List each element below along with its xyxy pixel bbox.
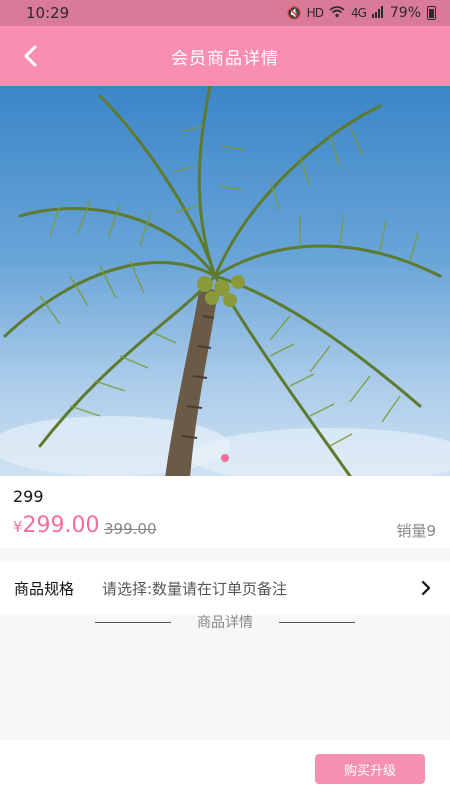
- status-bar: 10:29 🔇 HD 4G 79%: [0, 0, 450, 26]
- chevron-right-icon: [416, 578, 436, 598]
- signal-icon: [371, 5, 384, 21]
- product-info: 299 ¥ 299.00 399.00 销量9: [0, 476, 450, 548]
- spec-label: 商品规格: [14, 579, 75, 598]
- wifi-icon: [329, 5, 345, 21]
- mute-icon: 🔇: [286, 6, 302, 20]
- divider-line-right: [279, 621, 355, 623]
- product-name: 299: [13, 487, 44, 506]
- chevron-left-icon: [24, 45, 37, 67]
- back-button[interactable]: [14, 39, 48, 73]
- buy-upgrade-button[interactable]: 购买升级: [315, 754, 425, 784]
- detail-title: 商品详情: [197, 615, 253, 631]
- carousel-indicator[interactable]: [221, 454, 229, 462]
- current-price: ¥ 299.00: [13, 513, 100, 538]
- spec-value: 请选择:数量请在订单页备注: [102, 579, 288, 598]
- detail-section-header: 商品详情: [0, 608, 450, 636]
- price-value: 299.00: [22, 513, 100, 538]
- status-icons: 🔇 HD 4G 79%: [287, 5, 436, 21]
- divider-line-left: [95, 621, 171, 623]
- nav-bar: 会员商品详情: [0, 26, 450, 86]
- currency-symbol: ¥: [13, 518, 23, 536]
- signal-4g-label: 4G: [350, 6, 367, 20]
- battery-percent: 79%: [389, 5, 421, 21]
- original-price: 399.00: [104, 520, 157, 538]
- status-time: 10:29: [26, 4, 70, 22]
- palm-tree-illustration: [0, 86, 450, 476]
- hd-label: HD: [306, 6, 324, 20]
- bottom-bar: 购买升级: [0, 740, 450, 800]
- product-image[interactable]: [0, 86, 450, 476]
- page-title: 会员商品详情: [171, 48, 279, 69]
- battery-icon: [427, 6, 436, 20]
- spec-selector[interactable]: 商品规格 请选择:数量请在订单页备注: [0, 562, 450, 614]
- sales-count: 销量9: [396, 522, 436, 540]
